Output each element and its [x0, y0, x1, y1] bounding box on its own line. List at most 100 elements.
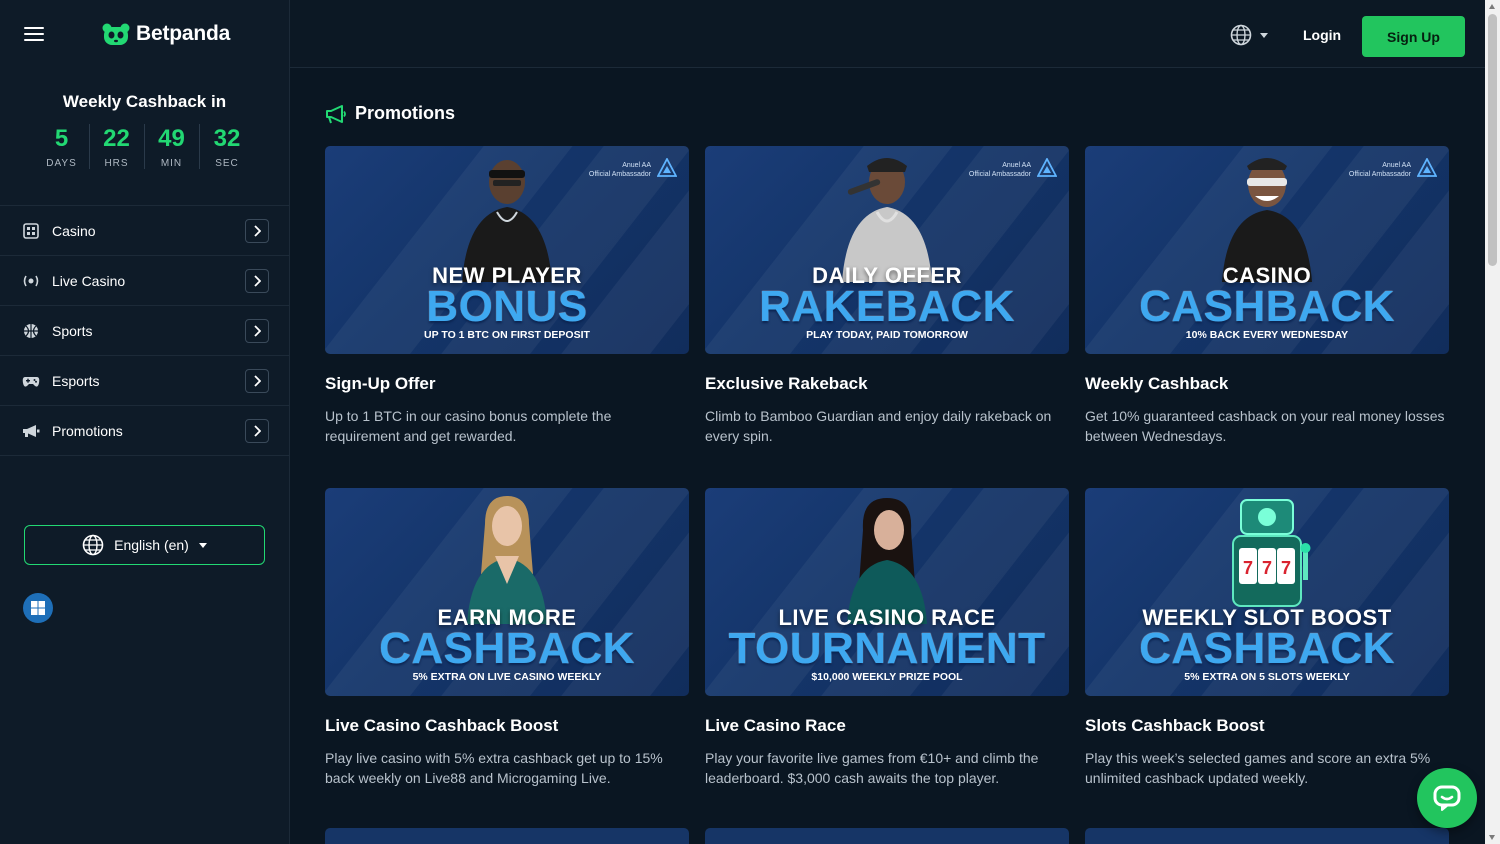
live-chat-button[interactable] — [1417, 768, 1477, 828]
banner-line3: UP TO 1 BTC ON FIRST DEPOSIT — [424, 329, 590, 341]
page-title: Promotions — [355, 103, 456, 123]
esports-icon — [22, 373, 40, 389]
svg-text:7: 7 — [1243, 558, 1253, 578]
ambassador-logo-icon — [1037, 158, 1057, 177]
chevron-right-icon[interactable] — [245, 418, 269, 443]
banner-line2: TOURNAMENT — [728, 624, 1046, 673]
promo-description: Play live casino with 5% extra cashback … — [325, 750, 663, 786]
countdown-label: MIN — [160, 158, 183, 169]
countdown-value: 5 — [54, 125, 69, 152]
cashback-countdown: 5 DAYS 22 HRS 49 MIN 32 SEC — [0, 124, 289, 169]
ambassador-label: Anuel AA Official Ambassador — [968, 162, 1031, 178]
promo-title[interactable]: Weekly Cashback — [1085, 374, 1449, 394]
promo-banner[interactable]: Anuel AA Official Ambassador NEW PLAYER … — [325, 146, 689, 354]
windows-app-icon[interactable] — [23, 593, 53, 623]
countdown-value: 32 — [213, 125, 241, 152]
globe-icon — [1230, 24, 1252, 46]
brand-name: Betpanda — [136, 22, 231, 45]
countdown-seconds: 32 SEC — [200, 124, 255, 169]
promo-title[interactable]: Live Casino Race — [705, 716, 1069, 736]
sidebar-item-label: Casino — [52, 222, 96, 239]
language-selector[interactable]: English (en) — [24, 525, 265, 565]
banner-line2: CASHBACK — [379, 624, 635, 673]
scroll-thumb[interactable] — [1488, 14, 1497, 266]
banner-line2: BONUS — [426, 282, 588, 331]
promo-description: Climb to Bamboo Guardian and enjoy daily… — [705, 408, 1052, 444]
promo-card[interactable]: EARN MORE CASHBACK 5% EXTRA ON LIVE CASI… — [325, 488, 689, 788]
banner-line2: CASHBACK — [1139, 282, 1395, 331]
promo-banner[interactable]: Anuel AA Official Ambassador DAILY OFFER… — [705, 146, 1069, 354]
chevron-right-icon[interactable] — [245, 368, 269, 393]
countdown-days: 5 DAYS — [35, 124, 90, 169]
language-label: English (en) — [114, 537, 189, 553]
sidebar-top: Betpanda — [0, 0, 289, 68]
sidebar-item-sports[interactable]: Sports — [0, 306, 289, 356]
sidebar-item-casino[interactable]: Casino — [0, 206, 289, 256]
ambassador-logo-icon — [1417, 158, 1437, 177]
promo-card-partial[interactable] — [705, 828, 1069, 844]
promo-banner[interactable]: EARN MORE CASHBACK 5% EXTRA ON LIVE CASI… — [325, 488, 689, 696]
ambassador-label: Anuel AA Official Ambassador — [1348, 162, 1411, 178]
sidebar: Betpanda Weekly Cashback in 5 DAYS 22 HR… — [0, 0, 290, 844]
megaphone-icon — [326, 104, 346, 123]
promo-description: Get 10% guaranteed cashback on your real… — [1085, 408, 1445, 444]
banner-line2: RAKEBACK — [759, 282, 1015, 331]
globe-icon — [82, 534, 104, 556]
promo-title[interactable]: Exclusive Rakeback — [705, 374, 1069, 394]
banner-line3: PLAY TODAY, PAID TOMORROW — [806, 329, 968, 341]
promotions-heading: Promotions — [325, 103, 455, 124]
sidebar-item-label: Promotions — [52, 422, 123, 439]
promo-card-partial[interactable] — [325, 828, 689, 844]
promo-card[interactable]: 777 WEEKLY SLOT BOOST CASHBACK 5% EXTRA … — [1085, 488, 1449, 788]
brand-logo[interactable]: Betpanda — [102, 22, 230, 46]
ambassador-label: Anuel AA Official Ambassador — [588, 162, 651, 178]
promo-card[interactable]: Anuel AA Official Ambassador DAILY OFFER… — [705, 146, 1069, 446]
sidebar-nav: Casino Live Casino Sports Esports Promot… — [0, 205, 289, 456]
scroll-down-icon[interactable] — [1489, 835, 1495, 840]
menu-icon[interactable] — [24, 27, 44, 41]
sidebar-item-label: Esports — [52, 372, 100, 389]
countdown-minutes: 49 MIN — [145, 124, 200, 169]
sidebar-item-esports[interactable]: Esports — [0, 356, 289, 406]
promo-card[interactable]: Anuel AA Official Ambassador CASINO CASH… — [1085, 146, 1449, 446]
countdown-value: 49 — [158, 125, 185, 152]
promo-description: Play your favorite live games from €10+ … — [705, 750, 1039, 786]
promo-banner[interactable]: LIVE CASINO RACE TOURNAMENT $10,000 WEEK… — [705, 488, 1069, 696]
sidebar-item-promotions[interactable]: Promotions — [0, 406, 289, 456]
promo-title[interactable]: Live Casino Cashback Boost — [325, 716, 689, 736]
casino-icon — [22, 222, 40, 239]
sidebar-item-label: Live Casino — [52, 272, 126, 289]
promo-title[interactable]: Slots Cashback Boost — [1085, 716, 1449, 736]
promo-card-partial[interactable] — [1085, 828, 1449, 844]
chevron-right-icon[interactable] — [245, 218, 269, 243]
banner-line3: 10% BACK EVERY WEDNESDAY — [1185, 329, 1349, 341]
panda-logo-icon — [102, 23, 130, 45]
promo-title[interactable]: Sign-Up Offer — [325, 374, 689, 394]
countdown-label: SEC — [215, 158, 239, 169]
promo-banner[interactable]: 777 WEEKLY SLOT BOOST CASHBACK 5% EXTRA … — [1085, 488, 1449, 696]
banner-line3: 5% EXTRA ON LIVE CASINO WEEKLY — [412, 671, 602, 683]
svg-text:7: 7 — [1262, 558, 1272, 578]
countdown-hours: 22 HRS — [90, 124, 145, 169]
chevron-right-icon[interactable] — [245, 318, 269, 343]
chevron-down-icon — [198, 542, 207, 548]
promo-description: Up to 1 BTC in our casino bonus complete… — [325, 408, 612, 444]
countdown-label: DAYS — [46, 158, 77, 169]
ambassador-logo-icon — [657, 158, 677, 177]
scroll-up-icon[interactable] — [1489, 4, 1495, 9]
promo-banner[interactable]: Anuel AA Official Ambassador CASINO CASH… — [1085, 146, 1449, 354]
chevron-down-icon — [1260, 32, 1268, 38]
sidebar-item-label: Sports — [52, 322, 93, 339]
countdown-label: HRS — [104, 158, 129, 169]
cashback-timer-title: Weekly Cashback in — [62, 92, 227, 111]
chevron-right-icon[interactable] — [245, 268, 269, 293]
login-button[interactable]: Login — [1303, 27, 1341, 43]
signup-button[interactable]: Sign Up — [1362, 16, 1465, 57]
page-scrollbar[interactable] — [1485, 0, 1500, 844]
countdown-value: 22 — [103, 125, 130, 152]
promo-card[interactable]: Anuel AA Official Ambassador NEW PLAYER … — [325, 146, 689, 446]
sidebar-item-live-casino[interactable]: Live Casino — [0, 256, 289, 306]
promotions-icon — [22, 423, 40, 439]
promo-card[interactable]: LIVE CASINO RACE TOURNAMENT $10,000 WEEK… — [705, 488, 1069, 788]
language-switch[interactable] — [1230, 24, 1268, 46]
